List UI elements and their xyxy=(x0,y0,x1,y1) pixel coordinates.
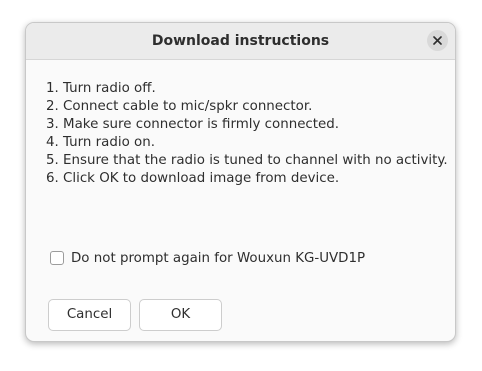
do-not-prompt-row[interactable]: Do not prompt again for Wouxun KG-UVD1P xyxy=(50,249,365,267)
dialog-titlebar: Download instructions xyxy=(26,23,455,60)
do-not-prompt-label[interactable]: Do not prompt again for Wouxun KG-UVD1P xyxy=(71,251,365,266)
instruction-item: 2. Connect cable to mic/spkr connector. xyxy=(46,99,313,114)
ok-button[interactable]: OK xyxy=(139,299,222,331)
instruction-item: 3. Make sure connector is firmly connect… xyxy=(46,117,340,132)
dialog-title: Download instructions xyxy=(151,33,330,49)
instructions-list: 1. Turn radio off. 2. Connect cable to m… xyxy=(46,80,448,188)
instruction-item: 4. Turn radio on. xyxy=(46,135,155,150)
instruction-item: 6. Click OK to download image from devic… xyxy=(46,171,340,186)
download-instructions-dialog: Download instructions 1. Turn radio off.… xyxy=(25,22,456,342)
instruction-item: 1. Turn radio off. xyxy=(46,81,156,96)
cancel-button[interactable]: Cancel xyxy=(48,299,131,331)
close-button[interactable] xyxy=(427,30,448,51)
close-icon xyxy=(433,36,442,45)
do-not-prompt-checkbox[interactable] xyxy=(50,251,64,265)
instruction-item: 5. Ensure that the radio is tuned to cha… xyxy=(46,153,448,168)
